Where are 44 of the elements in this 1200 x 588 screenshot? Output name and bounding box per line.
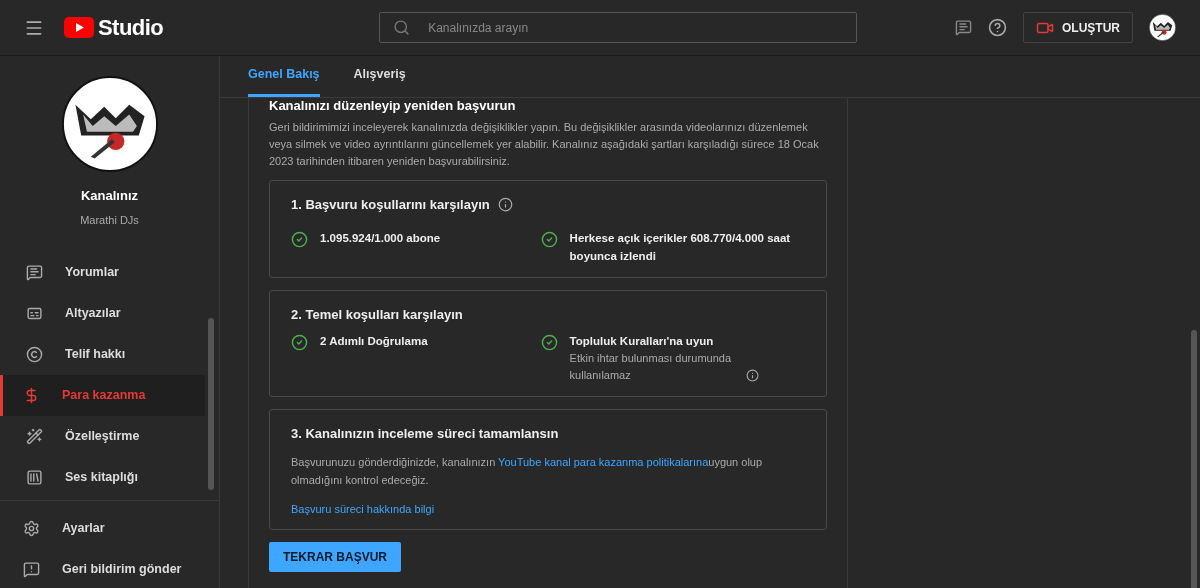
tab[interactable]: Alışveriş: [353, 65, 406, 97]
search-icon: [393, 19, 411, 36]
sidebar-item[interactable]: Altyazılar: [0, 293, 205, 334]
step-title: 1. Başvuru koşullarını karşılayın: [291, 196, 490, 214]
comment-icon: [26, 264, 43, 281]
scrollbar[interactable]: [1191, 330, 1197, 588]
copyright-icon: [26, 346, 43, 363]
avatar: [1149, 14, 1176, 41]
create-button[interactable]: OLUŞTUR: [1023, 12, 1133, 43]
sidebar-item[interactable]: Para kazanma: [0, 375, 205, 416]
sidebar-item[interactable]: Ses kitaplığı: [0, 457, 205, 498]
play-logo-icon: [64, 17, 94, 38]
sidebar-item[interactable]: Yorumlar: [0, 252, 205, 293]
logo-text: Studio: [98, 14, 164, 42]
criterion-text: Topluluk Kuralları'na uyun: [569, 334, 715, 349]
reapply-button[interactable]: TEKRAR BAŞVUR: [269, 542, 401, 572]
settings-icon: [23, 520, 40, 537]
policy-link[interactable]: YouTube kanal para kazanma politikalarına: [498, 455, 709, 468]
step-description: Başvurunuzu gönderdiğinizde, kanalınızın YouTube kanal para kazanma politikalarınauygun olup olmadığını kontrol edeceğiz.: [291, 454, 764, 488]
criterion-text: 2 Adımlı Doğrulama: [320, 334, 428, 349]
feedback-icon[interactable]: [955, 19, 972, 36]
step-title: 3. Kanalınızın inceleme süreci tamamlansın: [291, 425, 559, 443]
captions-icon: [26, 305, 43, 322]
info-link[interactable]: Başvuru süreci hakkında bilgi: [291, 500, 435, 517]
criterion-note: Etkin ihtar bulunması durumunda kullanılamaz: [569, 351, 733, 383]
tab[interactable]: Genel Bakış: [248, 65, 320, 97]
scrollbar[interactable]: [208, 318, 214, 490]
sidebar-item[interactable]: Telif hakkı: [0, 334, 205, 375]
sidebar-item[interactable]: Ayarlar: [0, 508, 219, 549]
feedback-icon: [23, 561, 40, 578]
search-field[interactable]: Kanalınızda arayın: [379, 12, 858, 43]
section-title: Kanalınızı düzenleyip yeniden başvurun: [269, 98, 517, 114]
criterion-text: 1.095.924/1.000 abone: [320, 230, 441, 246]
info-icon[interactable]: [745, 369, 759, 382]
channel-name: Marathi DJs: [80, 212, 139, 228]
channel-label: Kanalınız: [80, 187, 139, 205]
sidebar-item[interactable]: Özelleştirme: [0, 416, 205, 457]
info-icon[interactable]: [497, 197, 513, 213]
magic-wand-icon: [26, 428, 43, 445]
sidebar-item[interactable]: Geri bildirim gönder: [0, 549, 219, 588]
section-description: Geri bildirimimizi inceleyerek kanalınızda değişiklikler yapın. Bu değişiklikler arasında videolarınızı düzenlemek veya silmek ve video ayrıntılarını güncellemek yer alabilir. Kanalınız aşağıdaki şartları karşıladığı sürece 18 Ocak 2023 tarihinden itibaren yeniden başvurabilirsiniz.: [269, 120, 820, 169]
step-title: 2. Temel koşulları karşılayın: [291, 305, 463, 324]
criterion-text: Herkese açık içerikler 608.770/4.000 saat boyunca izlendi: [569, 230, 792, 264]
help-icon[interactable]: [988, 18, 1007, 37]
